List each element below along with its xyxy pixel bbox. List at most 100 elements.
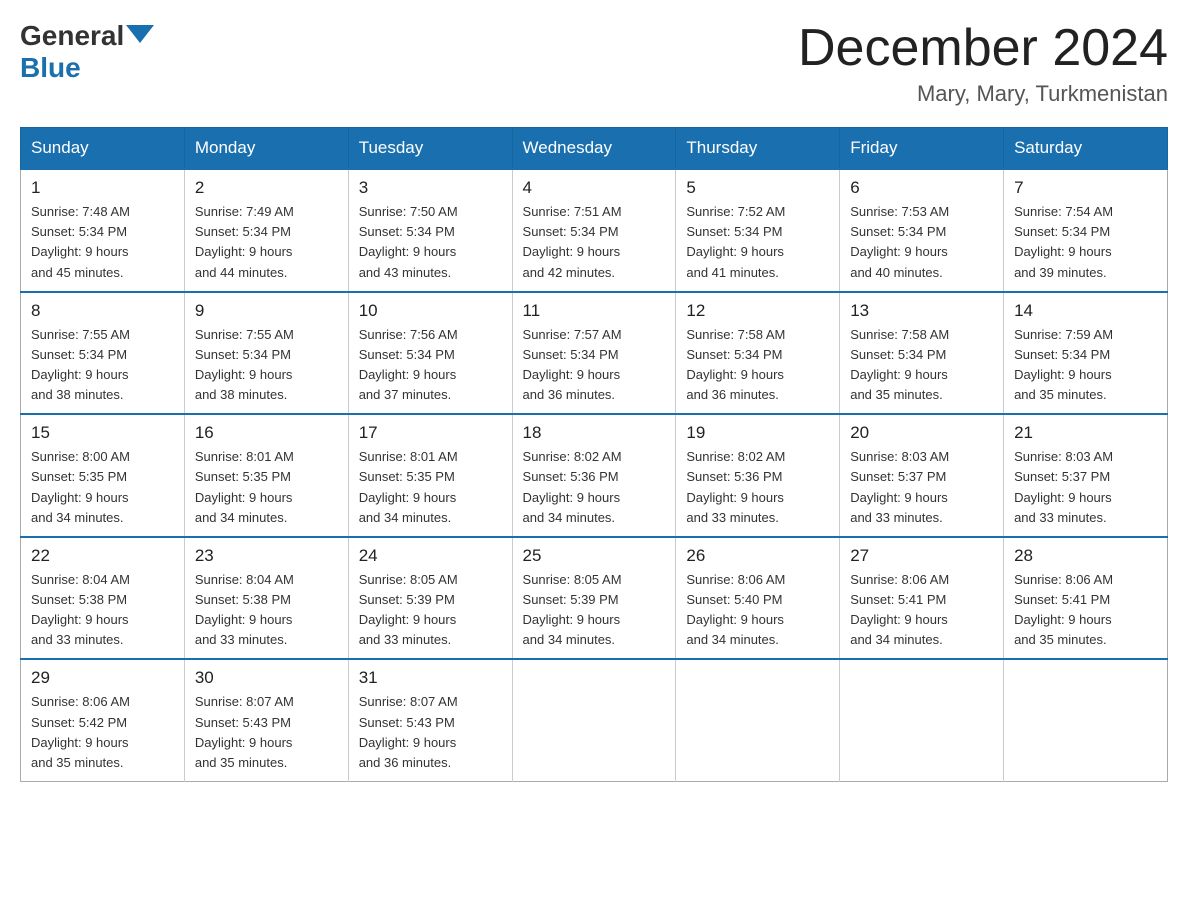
day-info: Sunrise: 7:48 AM Sunset: 5:34 PM Dayligh… [31, 202, 174, 283]
calendar-week-row: 22 Sunrise: 8:04 AM Sunset: 5:38 PM Dayl… [21, 537, 1168, 660]
month-title: December 2024 [798, 20, 1168, 77]
day-number: 15 [31, 423, 174, 443]
day-info: Sunrise: 7:58 AM Sunset: 5:34 PM Dayligh… [686, 325, 829, 406]
calendar-cell: 28 Sunrise: 8:06 AM Sunset: 5:41 PM Dayl… [1004, 537, 1168, 660]
day-info: Sunrise: 8:01 AM Sunset: 5:35 PM Dayligh… [195, 447, 338, 528]
day-number: 20 [850, 423, 993, 443]
calendar-cell: 29 Sunrise: 8:06 AM Sunset: 5:42 PM Dayl… [21, 659, 185, 781]
day-info: Sunrise: 7:59 AM Sunset: 5:34 PM Dayligh… [1014, 325, 1157, 406]
day-number: 18 [523, 423, 666, 443]
calendar-table: SundayMondayTuesdayWednesdayThursdayFrid… [20, 127, 1168, 782]
logo-general-text: General [20, 20, 124, 52]
day-number: 5 [686, 178, 829, 198]
weekday-header-monday: Monday [184, 128, 348, 170]
day-number: 24 [359, 546, 502, 566]
day-info: Sunrise: 7:50 AM Sunset: 5:34 PM Dayligh… [359, 202, 502, 283]
day-number: 11 [523, 301, 666, 321]
calendar-cell: 10 Sunrise: 7:56 AM Sunset: 5:34 PM Dayl… [348, 292, 512, 415]
calendar-cell: 3 Sunrise: 7:50 AM Sunset: 5:34 PM Dayli… [348, 169, 512, 292]
day-number: 19 [686, 423, 829, 443]
calendar-week-row: 29 Sunrise: 8:06 AM Sunset: 5:42 PM Dayl… [21, 659, 1168, 781]
calendar-cell: 15 Sunrise: 8:00 AM Sunset: 5:35 PM Dayl… [21, 414, 185, 537]
calendar-week-row: 8 Sunrise: 7:55 AM Sunset: 5:34 PM Dayli… [21, 292, 1168, 415]
calendar-cell: 25 Sunrise: 8:05 AM Sunset: 5:39 PM Dayl… [512, 537, 676, 660]
day-number: 27 [850, 546, 993, 566]
day-number: 21 [1014, 423, 1157, 443]
day-info: Sunrise: 8:02 AM Sunset: 5:36 PM Dayligh… [523, 447, 666, 528]
page-header: General Blue December 2024 Mary, Mary, T… [20, 20, 1168, 107]
weekday-header-tuesday: Tuesday [348, 128, 512, 170]
calendar-cell: 30 Sunrise: 8:07 AM Sunset: 5:43 PM Dayl… [184, 659, 348, 781]
day-info: Sunrise: 8:06 AM Sunset: 5:41 PM Dayligh… [1014, 570, 1157, 651]
weekday-header-friday: Friday [840, 128, 1004, 170]
calendar-cell: 18 Sunrise: 8:02 AM Sunset: 5:36 PM Dayl… [512, 414, 676, 537]
title-section: December 2024 Mary, Mary, Turkmenistan [798, 20, 1168, 107]
day-number: 12 [686, 301, 829, 321]
day-number: 31 [359, 668, 502, 688]
weekday-header-saturday: Saturday [1004, 128, 1168, 170]
day-info: Sunrise: 8:05 AM Sunset: 5:39 PM Dayligh… [523, 570, 666, 651]
day-number: 9 [195, 301, 338, 321]
day-info: Sunrise: 8:02 AM Sunset: 5:36 PM Dayligh… [686, 447, 829, 528]
calendar-cell: 19 Sunrise: 8:02 AM Sunset: 5:36 PM Dayl… [676, 414, 840, 537]
day-number: 2 [195, 178, 338, 198]
day-info: Sunrise: 8:03 AM Sunset: 5:37 PM Dayligh… [1014, 447, 1157, 528]
day-number: 26 [686, 546, 829, 566]
day-info: Sunrise: 8:06 AM Sunset: 5:41 PM Dayligh… [850, 570, 993, 651]
weekday-header-sunday: Sunday [21, 128, 185, 170]
day-info: Sunrise: 7:56 AM Sunset: 5:34 PM Dayligh… [359, 325, 502, 406]
calendar-cell [512, 659, 676, 781]
day-number: 10 [359, 301, 502, 321]
weekday-header-wednesday: Wednesday [512, 128, 676, 170]
calendar-cell: 7 Sunrise: 7:54 AM Sunset: 5:34 PM Dayli… [1004, 169, 1168, 292]
day-info: Sunrise: 8:07 AM Sunset: 5:43 PM Dayligh… [195, 692, 338, 773]
calendar-cell: 16 Sunrise: 8:01 AM Sunset: 5:35 PM Dayl… [184, 414, 348, 537]
day-number: 13 [850, 301, 993, 321]
day-number: 7 [1014, 178, 1157, 198]
weekday-header-row: SundayMondayTuesdayWednesdayThursdayFrid… [21, 128, 1168, 170]
day-info: Sunrise: 7:53 AM Sunset: 5:34 PM Dayligh… [850, 202, 993, 283]
day-info: Sunrise: 8:06 AM Sunset: 5:40 PM Dayligh… [686, 570, 829, 651]
day-number: 4 [523, 178, 666, 198]
calendar-week-row: 15 Sunrise: 8:00 AM Sunset: 5:35 PM Dayl… [21, 414, 1168, 537]
calendar-cell [676, 659, 840, 781]
calendar-cell: 23 Sunrise: 8:04 AM Sunset: 5:38 PM Dayl… [184, 537, 348, 660]
calendar-cell: 13 Sunrise: 7:58 AM Sunset: 5:34 PM Dayl… [840, 292, 1004, 415]
calendar-cell [1004, 659, 1168, 781]
calendar-cell: 21 Sunrise: 8:03 AM Sunset: 5:37 PM Dayl… [1004, 414, 1168, 537]
day-number: 23 [195, 546, 338, 566]
calendar-cell: 17 Sunrise: 8:01 AM Sunset: 5:35 PM Dayl… [348, 414, 512, 537]
day-info: Sunrise: 7:52 AM Sunset: 5:34 PM Dayligh… [686, 202, 829, 283]
day-info: Sunrise: 7:57 AM Sunset: 5:34 PM Dayligh… [523, 325, 666, 406]
logo: General Blue [20, 20, 156, 84]
day-number: 29 [31, 668, 174, 688]
calendar-cell: 9 Sunrise: 7:55 AM Sunset: 5:34 PM Dayli… [184, 292, 348, 415]
day-info: Sunrise: 7:49 AM Sunset: 5:34 PM Dayligh… [195, 202, 338, 283]
calendar-week-row: 1 Sunrise: 7:48 AM Sunset: 5:34 PM Dayli… [21, 169, 1168, 292]
logo-arrow-icon [126, 25, 154, 43]
day-number: 30 [195, 668, 338, 688]
calendar-cell: 5 Sunrise: 7:52 AM Sunset: 5:34 PM Dayli… [676, 169, 840, 292]
calendar-cell: 2 Sunrise: 7:49 AM Sunset: 5:34 PM Dayli… [184, 169, 348, 292]
day-info: Sunrise: 8:05 AM Sunset: 5:39 PM Dayligh… [359, 570, 502, 651]
day-number: 17 [359, 423, 502, 443]
day-number: 25 [523, 546, 666, 566]
day-number: 28 [1014, 546, 1157, 566]
day-info: Sunrise: 8:01 AM Sunset: 5:35 PM Dayligh… [359, 447, 502, 528]
day-info: Sunrise: 7:55 AM Sunset: 5:34 PM Dayligh… [31, 325, 174, 406]
day-info: Sunrise: 7:58 AM Sunset: 5:34 PM Dayligh… [850, 325, 993, 406]
day-number: 1 [31, 178, 174, 198]
weekday-header-thursday: Thursday [676, 128, 840, 170]
calendar-cell: 22 Sunrise: 8:04 AM Sunset: 5:38 PM Dayl… [21, 537, 185, 660]
calendar-cell: 26 Sunrise: 8:06 AM Sunset: 5:40 PM Dayl… [676, 537, 840, 660]
calendar-cell: 6 Sunrise: 7:53 AM Sunset: 5:34 PM Dayli… [840, 169, 1004, 292]
day-number: 22 [31, 546, 174, 566]
calendar-cell [840, 659, 1004, 781]
location-title: Mary, Mary, Turkmenistan [798, 81, 1168, 107]
day-number: 6 [850, 178, 993, 198]
calendar-cell: 11 Sunrise: 7:57 AM Sunset: 5:34 PM Dayl… [512, 292, 676, 415]
logo-blue-text: Blue [20, 52, 81, 83]
day-info: Sunrise: 7:54 AM Sunset: 5:34 PM Dayligh… [1014, 202, 1157, 283]
day-number: 16 [195, 423, 338, 443]
calendar-cell: 12 Sunrise: 7:58 AM Sunset: 5:34 PM Dayl… [676, 292, 840, 415]
